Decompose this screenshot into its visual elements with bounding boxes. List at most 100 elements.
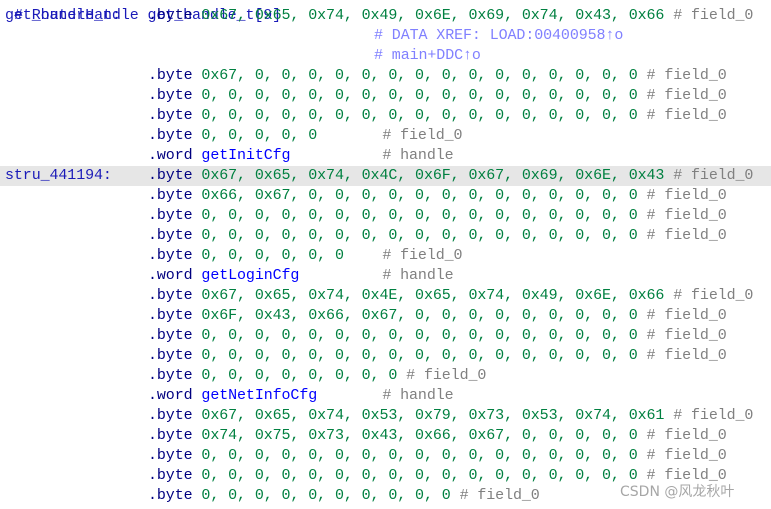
line-comment: # field_0 — [673, 287, 754, 304]
listing-line[interactable]: .byte 0, 0, 0, 0, 0, 0, 0, 0, 0, 0, 0, 0… — [0, 206, 771, 226]
listing-line[interactable]: # DATA XREF: LOAD:00400958↑o — [0, 26, 771, 46]
listing-line[interactable]: .byte 0, 0, 0, 0, 0, 0, 0, 0 # field_0 — [0, 366, 771, 386]
listing-line[interactable]: .byte 0x67, 0x65, 0x74, 0x4E, 0x65, 0x74… — [0, 286, 771, 306]
listing-line[interactable]: get_handle_t: .byte 0x67, 0x65, 0x74, 0x4… — [0, 6, 771, 26]
byte-operands: 0, 0, 0, 0, 0, 0, 0, 0, 0, 0, 0, 0, 0, 0… — [201, 207, 638, 224]
code-label[interactable]: stru_441194: — [5, 166, 112, 186]
byte-operands: 0, 0, 0, 0, 0, 0, 0, 0, 0, 0, 0, 0, 0, 0… — [201, 467, 638, 484]
watermark: CSDN @风龙秋叶 — [620, 484, 735, 500]
mnemonic: .byte — [148, 287, 193, 304]
line-comment: # field_0 — [459, 487, 540, 504]
instruction: .byte 0x74, 0x75, 0x73, 0x43, 0x66, 0x67… — [148, 426, 727, 446]
listing-line[interactable]: .byte 0x74, 0x75, 0x73, 0x43, 0x66, 0x67… — [0, 426, 771, 446]
byte-operands: 0, 0, 0, 0, 0, 0, 0, 0, 0, 0, 0, 0, 0, 0… — [201, 87, 638, 104]
instruction: .byte 0x66, 0x67, 0, 0, 0, 0, 0, 0, 0, 0… — [148, 186, 727, 206]
instruction: .byte 0, 0, 0, 0, 0, 0, 0, 0, 0, 0, 0, 0… — [148, 226, 727, 246]
line-comment: # field_0 — [646, 187, 727, 204]
instruction: .byte 0x67, 0x65, 0x74, 0x4C, 0x6F, 0x67… — [148, 166, 753, 186]
mnemonic: .byte — [148, 207, 193, 224]
instruction: .byte 0x67, 0x65, 0x74, 0x53, 0x79, 0x73… — [148, 406, 753, 426]
mnemonic: .byte — [148, 407, 193, 424]
mnemonic: .byte — [148, 427, 193, 444]
function-reference[interactable]: getLoginCfg — [201, 266, 373, 286]
instruction: .byte 0x67, 0, 0, 0, 0, 0, 0, 0, 0, 0, 0… — [148, 66, 727, 86]
function-reference[interactable]: getNetInfoCfg — [201, 386, 373, 406]
byte-operands: 0x67, 0x65, 0x74, 0x4E, 0x65, 0x74, 0x49… — [201, 287, 665, 304]
instruction: .byte 0x6F, 0x43, 0x66, 0x67, 0, 0, 0, 0… — [148, 306, 727, 326]
byte-operands: 0x67, 0, 0, 0, 0, 0, 0, 0, 0, 0, 0, 0, 0… — [201, 67, 638, 84]
mnemonic: .byte — [148, 447, 193, 464]
mnemonic: .byte — [148, 7, 193, 24]
listing-line[interactable]: .word getInitCfg # handle — [0, 146, 771, 166]
instruction: .byte 0, 0, 0, 0, 0, 0, 0, 0 # field_0 — [148, 366, 486, 386]
line-comment: # field_0 — [382, 127, 463, 144]
byte-operands: 0, 0, 0, 0, 0, 0, 0, 0, 0, 0 — [201, 487, 451, 504]
listing-line[interactable]: .byte 0, 0, 0, 0, 0, 0, 0, 0, 0, 0, 0, 0… — [0, 446, 771, 466]
xref-comment[interactable]: # main+DDC↑o — [374, 46, 481, 66]
line-comment: # field_0 — [646, 87, 727, 104]
mnemonic: .byte — [148, 127, 193, 144]
line-comment: # handle — [382, 147, 454, 164]
line-comment: # field_0 — [646, 447, 727, 464]
mnemonic: .byte — [148, 87, 193, 104]
mnemonic: .byte — [148, 107, 193, 124]
listing-line[interactable]: .byte 0, 0, 0, 0, 0, 0 # field_0 — [0, 246, 771, 266]
disassembly-view[interactable]: # RouterHandle get_handle_t[9] get_handl… — [0, 0, 771, 506]
listing-line[interactable]: .byte 0, 0, 0, 0, 0, 0, 0, 0, 0, 0, 0, 0… — [0, 326, 771, 346]
listing-line[interactable]: .word getNetInfoCfg # handle — [0, 386, 771, 406]
mnemonic: .byte — [148, 187, 193, 204]
listing-line[interactable]: .byte 0x6F, 0x43, 0x66, 0x67, 0, 0, 0, 0… — [0, 306, 771, 326]
listing-line[interactable]: # main+DDC↑o — [0, 46, 771, 66]
instruction: .byte 0x67, 0x65, 0x74, 0x4E, 0x65, 0x74… — [148, 286, 753, 306]
listing-line[interactable]: .byte 0x67, 0, 0, 0, 0, 0, 0, 0, 0, 0, 0… — [0, 66, 771, 86]
xref-comment[interactable]: # DATA XREF: LOAD:00400958↑o — [374, 26, 623, 46]
instruction: .byte 0, 0, 0, 0, 0 # field_0 — [148, 126, 463, 146]
instruction: .byte 0, 0, 0, 0, 0, 0, 0, 0, 0, 0, 0, 0… — [148, 106, 727, 126]
listing-line[interactable]: .byte 0, 0, 0, 0, 0, 0, 0, 0, 0, 0, 0, 0… — [0, 86, 771, 106]
byte-operands: 0, 0, 0, 0, 0, 0, 0, 0, 0, 0, 0, 0, 0, 0… — [201, 447, 638, 464]
line-comment: # field_0 — [673, 167, 754, 184]
instruction: .byte 0, 0, 0, 0, 0, 0, 0, 0, 0, 0, 0, 0… — [148, 86, 727, 106]
byte-operands: 0, 0, 0, 0, 0 — [201, 127, 318, 144]
byte-operands: 0x67, 0x65, 0x74, 0x53, 0x79, 0x73, 0x53… — [201, 407, 665, 424]
mnemonic: .byte — [148, 247, 193, 264]
byte-operands: 0x66, 0x67, 0, 0, 0, 0, 0, 0, 0, 0, 0, 0… — [201, 187, 638, 204]
instruction: .word getNetInfoCfg # handle — [148, 386, 454, 406]
listing-line[interactable]: .byte 0, 0, 0, 0, 0, 0, 0, 0, 0, 0, 0, 0… — [0, 346, 771, 366]
function-reference[interactable]: getInitCfg — [201, 146, 373, 166]
byte-operands: 0, 0, 0, 0, 0, 0, 0, 0, 0, 0, 0, 0, 0, 0… — [201, 227, 638, 244]
byte-operands: 0x6F, 0x43, 0x66, 0x67, 0, 0, 0, 0, 0, 0… — [201, 307, 638, 324]
byte-operands: 0x67, 0x65, 0x74, 0x4C, 0x6F, 0x67, 0x69… — [201, 167, 665, 184]
mnemonic: .byte — [148, 347, 193, 364]
line-comment: # handle — [382, 267, 454, 284]
line-comment: # field_0 — [673, 7, 754, 24]
byte-operands: 0, 0, 0, 0, 0, 0, 0, 0 — [201, 367, 398, 384]
mnemonic: .byte — [148, 227, 193, 244]
listing-line[interactable]: .byte 0, 0, 0, 0, 0 # field_0 — [0, 126, 771, 146]
listing-line[interactable]: .word getLoginCfg # handle — [0, 266, 771, 286]
instruction: .byte 0, 0, 0, 0, 0, 0 # field_0 — [148, 246, 463, 266]
line-comment: # field_0 — [382, 247, 463, 264]
mnemonic: .byte — [148, 487, 193, 504]
line-comment: # handle — [382, 387, 454, 404]
instruction: .byte 0, 0, 0, 0, 0, 0, 0, 0, 0, 0, 0, 0… — [148, 446, 727, 466]
line-comment: # field_0 — [646, 347, 727, 364]
listing-line[interactable]: .byte 0x67, 0x65, 0x74, 0x53, 0x79, 0x73… — [0, 406, 771, 426]
listing-line[interactable]: .byte 0, 0, 0, 0, 0, 0, 0, 0, 0, 0, 0, 0… — [0, 226, 771, 246]
code-label[interactable]: get_handle_t: — [5, 6, 121, 26]
instruction: .byte 0, 0, 0, 0, 0, 0, 0, 0, 0, 0, 0, 0… — [148, 326, 727, 346]
line-comment: # field_0 — [646, 207, 727, 224]
mnemonic: .byte — [148, 67, 193, 84]
listing-line[interactable]: .byte 0, 0, 0, 0, 0, 0, 0, 0, 0, 0, 0, 0… — [0, 106, 771, 126]
mnemonic: .word — [148, 387, 193, 404]
instruction: .word getLoginCfg # handle — [148, 266, 454, 286]
byte-operands: 0, 0, 0, 0, 0, 0, 0, 0, 0, 0, 0, 0, 0, 0… — [201, 347, 638, 364]
line-comment: # field_0 — [646, 227, 727, 244]
byte-operands: 0, 0, 0, 0, 0, 0 — [201, 247, 344, 264]
byte-operands: 0, 0, 0, 0, 0, 0, 0, 0, 0, 0, 0, 0, 0, 0… — [201, 107, 638, 124]
listing-line[interactable]: stru_441194: .byte 0x67, 0x65, 0x74, 0x4C… — [0, 166, 771, 186]
line-comment: # field_0 — [406, 367, 487, 384]
line-comment: # field_0 — [646, 427, 727, 444]
byte-operands: 0, 0, 0, 0, 0, 0, 0, 0, 0, 0, 0, 0, 0, 0… — [201, 327, 638, 344]
listing-line[interactable]: .byte 0x66, 0x67, 0, 0, 0, 0, 0, 0, 0, 0… — [0, 186, 771, 206]
